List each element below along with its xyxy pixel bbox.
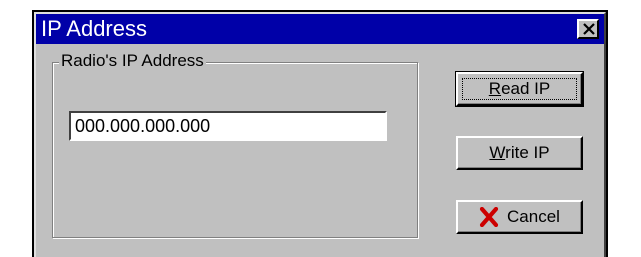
- red-x-icon: [479, 207, 499, 227]
- read-ip-button[interactable]: Read IP: [455, 71, 584, 107]
- close-button[interactable]: [577, 19, 599, 39]
- title-bar[interactable]: IP Address: [36, 14, 604, 44]
- ip-address-input[interactable]: [69, 111, 387, 141]
- group-label: Radio's IP Address: [59, 51, 206, 71]
- cancel-button[interactable]: Cancel: [456, 200, 583, 234]
- cancel-label: Cancel: [507, 207, 560, 226]
- write-ip-button[interactable]: Write IP: [456, 136, 583, 170]
- frame-line-right: [606, 10, 608, 257]
- focus-rect: [462, 78, 577, 100]
- ip-groupbox: Radio's IP Address: [52, 51, 418, 238]
- write-ip-label: Write IP: [489, 143, 550, 162]
- close-icon: [583, 23, 595, 35]
- dialog-title: IP Address: [41, 16, 147, 41]
- ip-address-dialog: IP Address Radio's IP Address Read IP Wr…: [34, 12, 606, 257]
